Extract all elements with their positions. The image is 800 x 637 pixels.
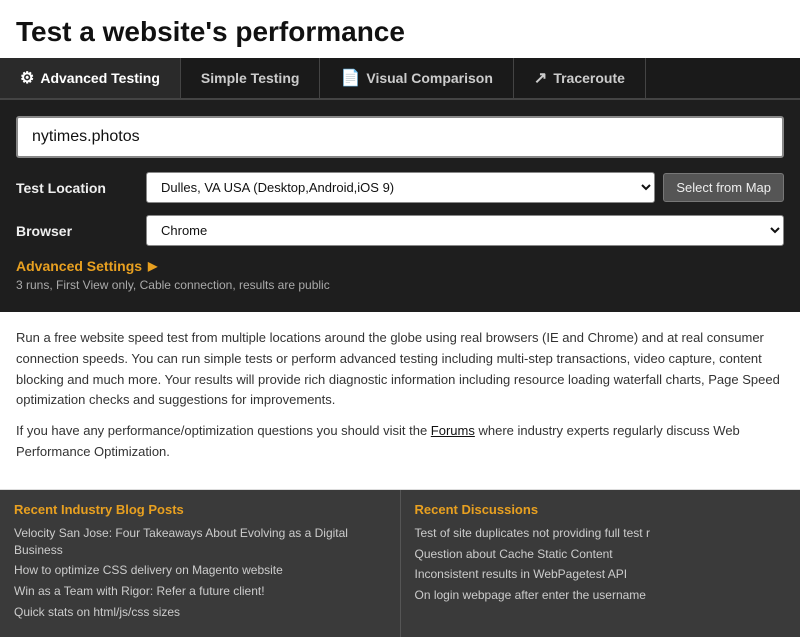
tab-advanced-testing[interactable]: ⚙ Advanced Testing	[0, 58, 181, 98]
tabs-bar: ⚙ Advanced Testing Simple Testing 📄 Visu…	[0, 58, 800, 100]
blog-item-3[interactable]: Win as a Team with Rigor: Refer a future…	[14, 583, 386, 600]
select-from-map-button[interactable]: Select from Map	[663, 173, 784, 202]
blog-item-2[interactable]: How to optimize CSS delivery on Magento …	[14, 562, 386, 579]
blog-heading: Recent Industry Blog Posts	[14, 502, 386, 517]
location-select[interactable]: Dulles, VA USA (Desktop,Android,iOS 9)	[146, 172, 655, 203]
tab-simple-testing[interactable]: Simple Testing	[181, 58, 321, 98]
browser-row: Browser Chrome	[16, 215, 784, 246]
advanced-settings-label: Advanced Settings	[16, 258, 142, 274]
discussion-item-1[interactable]: Test of site duplicates not providing fu…	[415, 525, 787, 542]
advanced-testing-icon: ⚙	[20, 68, 34, 88]
browser-controls: Chrome	[146, 215, 784, 246]
advanced-settings-toggle[interactable]: Advanced Settings ▶	[16, 258, 784, 274]
description-para1: Run a free website speed test from multi…	[16, 328, 784, 411]
tab-traceroute[interactable]: ↗ Traceroute	[514, 58, 646, 98]
discussion-item-3[interactable]: Inconsistent results in WebPagetest API	[415, 566, 787, 583]
tab-simple-label: Simple Testing	[201, 70, 300, 86]
blog-item-1[interactable]: Velocity San Jose: Four Takeaways About …	[14, 525, 386, 559]
main-panel: Test Location Dulles, VA USA (Desktop,An…	[0, 100, 800, 312]
test-location-row: Test Location Dulles, VA USA (Desktop,An…	[16, 172, 784, 203]
discussions-heading: Recent Discussions	[415, 502, 787, 517]
traceroute-icon: ↗	[534, 68, 547, 88]
tab-visual-label: Visual Comparison	[366, 70, 493, 86]
tab-visual-comparison[interactable]: 📄 Visual Comparison	[320, 58, 513, 98]
forums-link[interactable]: Forums	[431, 423, 475, 438]
tab-traceroute-label: Traceroute	[553, 70, 625, 86]
blog-item-4[interactable]: Quick stats on html/js/css sizes	[14, 604, 386, 621]
test-location-label: Test Location	[16, 180, 146, 196]
description-section: Run a free website speed test from multi…	[0, 312, 800, 490]
url-input[interactable]	[16, 116, 784, 158]
discussions-column: Recent Discussions Test of site duplicat…	[401, 490, 800, 637]
discussion-item-2[interactable]: Question about Cache Static Content	[415, 546, 787, 563]
description-para2: If you have any performance/optimization…	[16, 421, 784, 463]
advanced-settings-summary: 3 runs, First View only, Cable connectio…	[16, 278, 784, 296]
visual-comparison-icon: 📄	[340, 68, 360, 88]
browser-label: Browser	[16, 223, 146, 239]
browser-select[interactable]: Chrome	[146, 215, 784, 246]
page-title: Test a website's performance	[0, 0, 800, 58]
discussion-item-4[interactable]: On login webpage after enter the usernam…	[415, 587, 787, 604]
description-para2-prefix: If you have any performance/optimization…	[16, 423, 431, 438]
chevron-right-icon: ▶	[148, 259, 157, 273]
footer: Recent Industry Blog Posts Velocity San …	[0, 490, 800, 637]
blog-posts-column: Recent Industry Blog Posts Velocity San …	[0, 490, 401, 637]
location-controls: Dulles, VA USA (Desktop,Android,iOS 9) S…	[146, 172, 784, 203]
tab-advanced-label: Advanced Testing	[40, 70, 160, 86]
